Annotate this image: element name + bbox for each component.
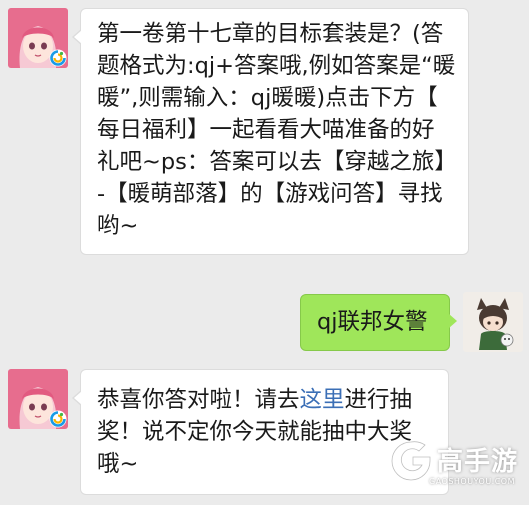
question-message-bubble: 第一卷第十七章的目标套装是？(答 题格式为:qj+答案哦,例如答案是“暖 暖”,…	[72, 8, 469, 255]
message-line: 哟~	[97, 213, 139, 239]
watermark-title: 高手游	[437, 447, 519, 477]
qq-game-badge-icon	[49, 410, 67, 428]
message-line: 每日福利】一起看看大喵准备的好	[97, 117, 435, 143]
message-text: 恭喜你答对啦！请去	[97, 387, 300, 413]
official-account-avatar[interactable]	[8, 369, 68, 429]
message-line: 恭喜你答对啦！请去这里进行抽	[97, 384, 440, 416]
gaoshouyou-watermark: 高手游 GAOSHOUYOU.COM	[389, 435, 519, 497]
answer-message-bubble: qj联邦女警	[300, 294, 457, 351]
message-line: 第一卷第十七章的目标套装是？(答	[97, 21, 444, 47]
message-line: 题格式为:qj+答案哦,例如答案是“暖	[97, 53, 456, 79]
gaoshouyou-logo-icon	[391, 441, 431, 481]
message-line: -【暖萌部落】的【游戏问答】寻找	[97, 181, 443, 207]
cat-eared-boy-avatar-image	[463, 292, 523, 352]
message-text: 进行抽	[344, 387, 413, 413]
official-account-avatar[interactable]	[8, 8, 68, 68]
message-line: 礼吧~ps：答案可以去【穿越之旅】	[97, 149, 457, 175]
user-avatar[interactable]	[463, 292, 523, 352]
lottery-link[interactable]: 这里	[300, 387, 345, 413]
qq-game-badge-icon	[49, 49, 67, 67]
message-line: 暖”,则需输入：qj暖暖)点击下方【	[97, 85, 438, 111]
watermark-domain: GAOSHOUYOU.COM	[429, 477, 516, 486]
message-text: qj联邦女警	[317, 309, 428, 335]
